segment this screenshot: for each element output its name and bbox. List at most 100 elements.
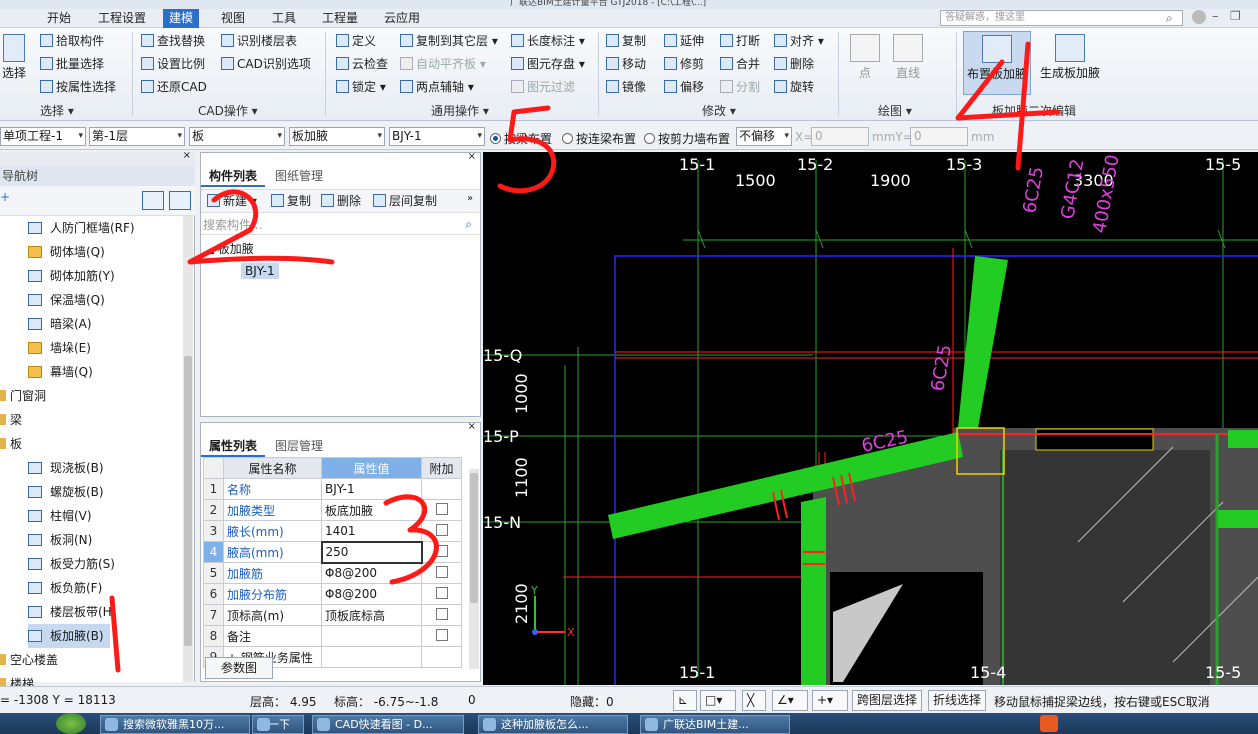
parameter-diagram-button[interactable]: 参数图 xyxy=(205,657,273,679)
nav-item[interactable]: 板 xyxy=(0,432,22,456)
add-point-icon[interactable]: +▾ xyxy=(812,690,848,711)
generate-slab-haunch-button[interactable]: 生成板加腋 xyxy=(1036,34,1104,81)
tab-drawing-manage[interactable]: 图纸管理 xyxy=(267,165,331,187)
extra-checkbox[interactable] xyxy=(435,565,448,578)
floor-select[interactable]: 第-1层 xyxy=(89,127,185,146)
cloud-check-button[interactable]: 云检查 xyxy=(336,54,388,74)
plus-icon[interactable]: + xyxy=(0,190,10,204)
nav-item[interactable]: 暗梁(A) xyxy=(28,312,92,336)
nav-item[interactable]: 楼层板带(H) xyxy=(28,600,116,624)
batch-select-button[interactable]: 批量选择 xyxy=(40,54,104,74)
property-value[interactable]: 1401 xyxy=(321,520,422,542)
place-slab-haunch-button[interactable]: 布置板加腋 xyxy=(963,31,1031,95)
nav-item[interactable]: 柱帽(V) xyxy=(28,504,92,528)
property-value[interactable]: 顶板底标高 xyxy=(321,604,422,626)
tree-folder-haunch[interactable]: ◢ 板加腋 xyxy=(207,240,254,257)
subcategory-select[interactable]: 板加腋 xyxy=(289,127,385,146)
more-icon[interactable]: » xyxy=(467,193,473,204)
extra-checkbox[interactable] xyxy=(435,607,448,620)
y-offset-input[interactable]: 0 xyxy=(910,127,968,146)
new-component-button[interactable]: 新建 ▾ xyxy=(207,191,257,211)
offset-button[interactable]: 偏移 xyxy=(664,77,704,97)
line-button[interactable]: 直线 xyxy=(888,34,928,81)
element-filter-button[interactable]: 图元过滤 xyxy=(511,77,575,97)
offset-select[interactable]: 不偏移 xyxy=(736,127,792,146)
property-row[interactable]: 4 腋高(mm) 250 xyxy=(203,540,462,564)
menu-cloud[interactable]: 云应用 xyxy=(378,9,426,28)
property-value[interactable] xyxy=(321,625,422,647)
element-save-button[interactable]: 图元存盘 ▾ xyxy=(511,54,585,74)
close-icon[interactable]: × xyxy=(468,421,476,432)
select-button[interactable]: 选择 xyxy=(0,34,28,81)
mirror-button[interactable]: 镜像 xyxy=(606,77,646,97)
find-replace-button[interactable]: 查找替换 xyxy=(141,31,205,51)
property-value[interactable]: 250 xyxy=(320,540,423,564)
trim-button[interactable]: 修剪 xyxy=(664,54,704,74)
property-row[interactable]: 6 加腋分布筋 Φ8@200 xyxy=(203,583,462,605)
length-dim-button[interactable]: 长度标注 ▾ xyxy=(511,31,585,51)
property-value[interactable]: Φ8@200 xyxy=(321,562,422,584)
menu-quantities[interactable]: 工程量 xyxy=(316,9,364,28)
extend-button[interactable]: 延伸 xyxy=(664,31,704,51)
cad-drawing[interactable]: 15-1 15-2 15-3 15-5 1500 1900 3300 15-Q … xyxy=(483,152,1258,685)
place-by-coupling-beam-radio[interactable]: 按连梁布置 xyxy=(562,130,636,147)
point-button[interactable]: 点 xyxy=(848,34,882,81)
auto-flat-slab-button[interactable]: 自动平齐板 ▾ xyxy=(400,54,486,74)
nav-item[interactable]: 人防门框墙(RF) xyxy=(28,216,135,240)
component-search-input[interactable]: 搜索构件... xyxy=(201,215,480,235)
pick-element-button[interactable]: 拾取构件 xyxy=(40,31,104,51)
copy-button[interactable]: 复制 xyxy=(606,31,646,51)
list-view-icon[interactable] xyxy=(142,191,164,210)
property-row[interactable]: 5 加腋筋 Φ8@200 xyxy=(203,562,462,584)
nav-item[interactable]: 空心楼盖 xyxy=(0,648,58,672)
select-by-property-button[interactable]: 按属性选择 xyxy=(40,77,116,97)
extra-checkbox[interactable] xyxy=(435,628,448,641)
extra-checkbox[interactable] xyxy=(435,586,448,599)
common-group-label[interactable]: 通用操作 ▾ xyxy=(431,102,489,119)
set-scale-button[interactable]: 设置比例 xyxy=(141,54,205,74)
nav-item[interactable]: 保温墙(Q) xyxy=(28,288,105,312)
nav-item[interactable]: 板负筋(F) xyxy=(28,576,102,600)
property-row[interactable]: 3 腋长(mm) 1401 xyxy=(203,520,462,542)
nav-item[interactable]: 门窗洞 xyxy=(0,384,46,408)
taskbar-item-gtj[interactable]: 广联达BIM土建... xyxy=(640,715,790,734)
nav-item[interactable]: 板洞(N) xyxy=(28,528,92,552)
tab-layer-manage[interactable]: 图层管理 xyxy=(267,435,331,457)
cad-group-label[interactable]: CAD操作 ▾ xyxy=(198,102,258,119)
copy-component-button[interactable]: 复制 xyxy=(271,191,311,211)
ortho-icon[interactable]: ⊾ xyxy=(673,690,697,711)
restore-icon[interactable]: ❐ xyxy=(1230,9,1241,23)
lock-button[interactable]: 锁定 ▾ xyxy=(336,77,386,97)
floor-copy-button[interactable]: 层间复制 xyxy=(373,191,437,211)
x-offset-input[interactable]: 0 xyxy=(811,127,869,146)
copy-to-floor-button[interactable]: 复制到其它层 ▾ xyxy=(400,31,498,51)
property-value[interactable]: 板底加腋 xyxy=(321,499,422,521)
taskbar-item-search[interactable]: 搜一下 xyxy=(252,715,304,734)
restore-cad-button[interactable]: 还原CAD xyxy=(141,77,207,97)
nav-item[interactable]: 砌体加筋(Y) xyxy=(28,264,115,288)
property-value[interactable] xyxy=(321,646,422,668)
modify-group-label[interactable]: 修改 ▾ xyxy=(702,102,736,119)
two-point-axis-button[interactable]: 两点辅轴 ▾ xyxy=(400,77,474,97)
merge-button[interactable]: 合并 xyxy=(720,54,760,74)
recognize-floor-table-button[interactable]: 识别楼层表 xyxy=(221,31,297,51)
nav-item[interactable]: 梁 xyxy=(0,408,22,432)
user-avatar-icon[interactable] xyxy=(1192,10,1206,24)
property-value[interactable]: BJY-1 xyxy=(321,478,422,500)
menu-start[interactable]: 开始 xyxy=(41,9,77,28)
polyline-select-button[interactable]: 折线选择 xyxy=(928,690,987,711)
nav-item[interactable]: 砌体墙(Q) xyxy=(28,240,105,264)
extra-checkbox[interactable] xyxy=(435,502,448,515)
nav-item[interactable]: 墙垛(E) xyxy=(28,336,91,360)
nav-item[interactable]: 板受力筋(S) xyxy=(28,552,115,576)
close-icon[interactable]: × xyxy=(468,151,476,162)
property-value[interactable]: Φ8@200 xyxy=(321,583,422,605)
category-select[interactable]: 板 xyxy=(189,127,285,146)
drawing-canvas[interactable]: 15-1 15-2 15-3 15-5 1500 1900 3300 15-Q … xyxy=(483,152,1258,685)
cross-snap-icon[interactable]: ╳ xyxy=(742,690,766,711)
tab-property-list[interactable]: 属性列表 xyxy=(201,435,266,457)
property-row[interactable]: 1 名称 BJY-1 xyxy=(203,478,462,500)
taskbar-item-question[interactable]: 这种加腋板怎么... xyxy=(478,715,628,734)
search-icon[interactable]: ⌕ xyxy=(465,217,472,232)
component-item-bjy1[interactable]: BJY-1 xyxy=(241,263,279,279)
